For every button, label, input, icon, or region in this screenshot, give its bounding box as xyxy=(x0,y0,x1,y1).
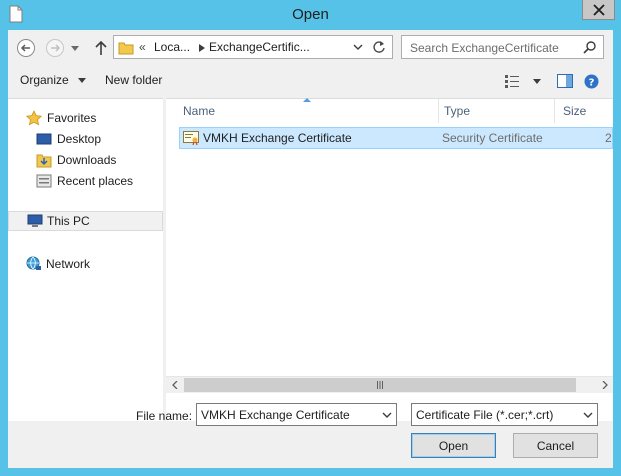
close-icon xyxy=(592,3,605,16)
dialog-client: « Loca... ExchangeCertific... Search Exc… xyxy=(8,30,613,468)
open-button[interactable]: Open xyxy=(411,433,496,458)
chevron-down-icon[interactable] xyxy=(533,79,541,84)
search-input[interactable]: Search ExchangeCertificate xyxy=(410,41,559,55)
organize-button[interactable]: Organize xyxy=(20,73,87,87)
chevron-down-icon xyxy=(78,78,87,84)
file-type-value: Certificate File (*.cer;*.crt) xyxy=(416,408,554,422)
chevron-right-icon xyxy=(602,381,608,389)
nav-label-favorites: Favorites xyxy=(47,111,97,125)
file-name-combobox[interactable]: VMKH Exchange Certificate xyxy=(196,403,397,426)
nav-item-recent-places[interactable]: Recent places xyxy=(8,171,163,191)
downloads-folder-icon xyxy=(36,154,52,168)
nav-label-this-pc: This PC xyxy=(47,214,90,228)
chevron-left-icon xyxy=(171,381,177,389)
breadcrumb-exchangecertificate[interactable]: ExchangeCertific... xyxy=(209,40,310,54)
desktop-icon xyxy=(36,133,52,145)
forward-arrow-icon xyxy=(46,39,64,57)
window-title: Open xyxy=(292,6,329,23)
column-header-type[interactable]: Type xyxy=(428,99,554,123)
back-arrow-icon xyxy=(17,39,35,57)
file-name-label: File name: xyxy=(136,409,193,423)
chevron-down-icon[interactable] xyxy=(382,409,392,421)
nav-label-network: Network xyxy=(46,257,91,271)
breadcrumb-separator-icon[interactable] xyxy=(199,44,205,52)
new-folder-button[interactable]: New folder xyxy=(105,73,162,87)
open-dialog: Open « Loca... ExchangeCertific... Searc… xyxy=(0,0,621,476)
chevron-down-icon[interactable] xyxy=(583,409,593,421)
scroll-thumb[interactable] xyxy=(184,378,576,392)
address-overflow[interactable]: « xyxy=(139,40,146,54)
refresh-icon[interactable] xyxy=(372,40,386,54)
recent-locations-button[interactable] xyxy=(68,37,82,59)
up-arrow-icon xyxy=(95,40,107,55)
navigation-pane: Favorites Desktop Downloads Recent place… xyxy=(8,98,163,421)
nav-item-favorites[interactable]: Favorites xyxy=(8,108,163,128)
search-icon xyxy=(583,41,596,54)
network-icon xyxy=(26,256,41,270)
view-list-icon[interactable] xyxy=(504,74,520,88)
horizontal-scrollbar[interactable] xyxy=(166,376,613,393)
nav-label-desktop: Desktop xyxy=(57,132,102,146)
grip-icon xyxy=(377,381,383,389)
up-button[interactable] xyxy=(90,37,112,59)
column-header-size[interactable]: Size xyxy=(547,99,613,123)
preview-pane-icon[interactable] xyxy=(557,74,573,88)
cancel-button[interactable]: Cancel xyxy=(513,433,598,458)
file-row[interactable]: VMKH Exchange Certificate Security Certi… xyxy=(179,127,613,149)
file-type-select[interactable]: Certificate File (*.cer;*.crt) xyxy=(411,403,598,426)
column-header-name[interactable]: Name xyxy=(166,99,438,123)
nav-item-this-pc[interactable]: This PC xyxy=(8,211,163,231)
nav-item-desktop[interactable]: Desktop xyxy=(8,129,163,149)
chevron-down-icon[interactable] xyxy=(353,41,363,53)
scroll-left-button[interactable] xyxy=(166,377,183,393)
certificate-icon xyxy=(183,131,199,145)
file-size: 2 xyxy=(605,131,612,145)
nav-item-downloads[interactable]: Downloads xyxy=(8,150,163,170)
search-box[interactable]: Search ExchangeCertificate xyxy=(401,35,604,59)
address-bar[interactable]: « Loca... ExchangeCertific... xyxy=(113,35,393,59)
close-button[interactable] xyxy=(582,0,615,20)
computer-icon xyxy=(27,214,43,227)
star-icon xyxy=(26,110,42,126)
file-name: VMKH Exchange Certificate xyxy=(203,131,352,145)
organize-label: Organize xyxy=(20,73,69,87)
chevron-down-icon xyxy=(71,45,79,51)
breadcrumb-local[interactable]: Loca... xyxy=(154,40,190,54)
file-list: Name Type Size VMKH Exchange Certificate… xyxy=(166,98,613,421)
nav-label-downloads: Downloads xyxy=(57,153,117,167)
nav-item-network[interactable]: Network xyxy=(8,254,163,274)
folder-icon xyxy=(118,42,134,55)
back-button[interactable] xyxy=(15,37,37,59)
forward-button[interactable] xyxy=(44,37,66,59)
help-icon[interactable]: ? xyxy=(584,74,599,89)
svg-text:?: ? xyxy=(589,78,595,89)
nav-label-recent-places: Recent places xyxy=(57,174,134,188)
file-type: Security Certificate xyxy=(442,131,543,145)
recent-places-icon xyxy=(36,174,52,188)
file-name-field[interactable]: VMKH Exchange Certificate xyxy=(201,408,350,422)
title-bar: Open xyxy=(0,0,621,30)
scroll-right-button[interactable] xyxy=(596,377,613,393)
